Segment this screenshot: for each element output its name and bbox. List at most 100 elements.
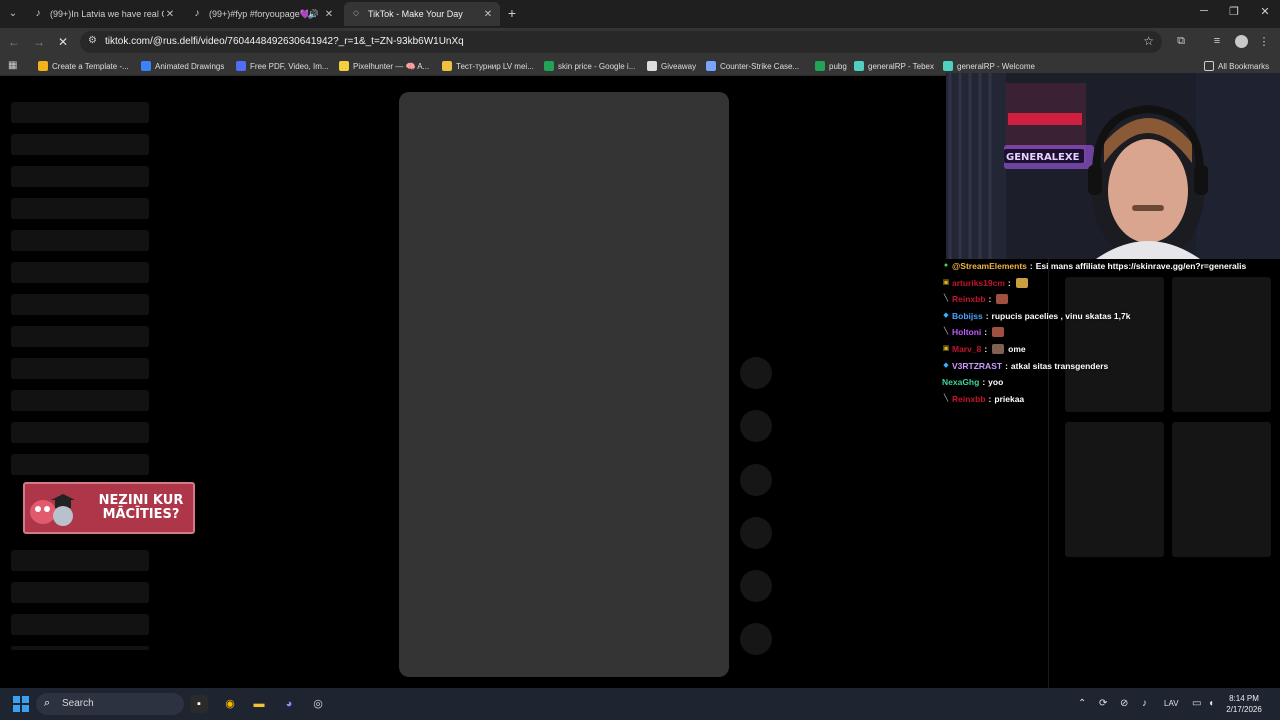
file-explorer-icon[interactable]: ▬ bbox=[250, 695, 268, 713]
taskbar-search[interactable]: ⌕ Search bbox=[36, 693, 184, 715]
microphone-icon[interactable]: ♪ bbox=[1142, 698, 1147, 709]
chat-emote-icon bbox=[992, 327, 1005, 338]
chat-username[interactable]: V3RTZRAST bbox=[952, 361, 1002, 371]
chat-username[interactable]: Reinxbb bbox=[952, 394, 986, 404]
close-tab-icon[interactable]: ✕ bbox=[482, 9, 494, 20]
bookmark-item[interactable]: Pixelhunter — 🧠 A... bbox=[339, 61, 429, 71]
obs-icon[interactable]: ◎ bbox=[309, 695, 327, 713]
profile-avatar[interactable] bbox=[1235, 35, 1248, 48]
chat-message: ▣ Marv_8: ome bbox=[942, 344, 1026, 354]
tab-1[interactable]: ♪ (99+)#fyp #foryoupage💜 🎙 🔊 ✕ bbox=[185, 2, 341, 26]
action-button-placeholder[interactable] bbox=[740, 517, 772, 549]
bookmark-item[interactable]: skin price - Google i... bbox=[544, 61, 635, 71]
sidebar-skeleton-item bbox=[11, 198, 149, 219]
sidebar-skeleton-item bbox=[11, 262, 149, 283]
chat-emote-icon bbox=[996, 294, 1009, 305]
sidebar-skeleton-item bbox=[11, 646, 149, 650]
new-tab-icon[interactable]: + bbox=[504, 5, 520, 21]
bookmark-item[interactable]: Counter-Strike Case... bbox=[706, 61, 799, 71]
folder-icon bbox=[1204, 61, 1214, 71]
tab-2-active[interactable]: ◌ TikTok - Make Your Day ✕ bbox=[344, 2, 500, 26]
extensions-icon[interactable]: ⧉ bbox=[1174, 35, 1188, 48]
bookmark-item[interactable]: Giveaway bbox=[647, 61, 696, 71]
chat-badge-icon: ╲ bbox=[943, 295, 949, 303]
ad-banner[interactable]: NEZINI KUR MĀCĪTIES? bbox=[23, 482, 195, 534]
forward-icon[interactable]: → bbox=[31, 34, 47, 50]
close-tab-icon[interactable]: ✕ bbox=[164, 9, 176, 20]
address-bar[interactable]: ⚙ tiktok.com/@rus.delfi/video/7604448492… bbox=[80, 31, 1162, 53]
chat-badge-icon: ◆ bbox=[943, 361, 949, 369]
thumbnail-placeholder[interactable] bbox=[1065, 277, 1164, 412]
sheets-icon bbox=[815, 61, 825, 71]
minimize-icon[interactable]: ─ bbox=[1195, 5, 1213, 17]
task-view-icon[interactable]: ▪ bbox=[190, 695, 208, 713]
media-controls-icon[interactable]: ≡ bbox=[1210, 35, 1224, 47]
tab-search-icon[interactable]: ⌄ bbox=[4, 5, 22, 23]
all-bookmarks-button[interactable]: All Bookmarks bbox=[1204, 61, 1269, 71]
restore-icon[interactable]: ❐ bbox=[1225, 5, 1243, 18]
chat-username[interactable]: arturiks19cm bbox=[952, 278, 1005, 288]
chat-username[interactable]: Holtoni bbox=[952, 327, 981, 337]
chat-message: ╲ Reinxbb: priekaa bbox=[942, 394, 1024, 404]
chat-badge-icon: ◆ bbox=[943, 311, 949, 319]
network-status-icon[interactable]: ⟳ bbox=[1099, 698, 1107, 709]
chat-badge-icon: ● bbox=[943, 262, 949, 269]
chrome-icon[interactable]: ◉ bbox=[221, 695, 239, 713]
site-info-icon[interactable]: ⚙ bbox=[88, 35, 97, 46]
video-placeholder[interactable] bbox=[399, 92, 729, 677]
stop-loading-icon[interactable]: ✕ bbox=[55, 34, 71, 50]
thumbnail-placeholder[interactable] bbox=[1065, 422, 1164, 557]
wifi-off-icon[interactable]: ⊘ bbox=[1120, 698, 1128, 709]
action-button-placeholder[interactable] bbox=[740, 464, 772, 496]
bookmark-item[interactable]: generalRP - Tebex bbox=[854, 61, 934, 71]
back-icon[interactable]: ← bbox=[6, 34, 22, 50]
bookmark-item[interactable]: Create a Template -... bbox=[38, 61, 129, 71]
windows-start-icon[interactable] bbox=[13, 696, 29, 712]
system-clock[interactable]: 8:14 PM 2/17/2026 bbox=[1222, 693, 1266, 715]
action-button-placeholder[interactable] bbox=[740, 410, 772, 442]
display-icon[interactable]: ▭ bbox=[1192, 698, 1201, 709]
close-window-icon[interactable]: ✕ bbox=[1256, 5, 1274, 18]
action-button-placeholder[interactable] bbox=[740, 623, 772, 655]
thumbnail-placeholder[interactable] bbox=[1172, 422, 1271, 557]
language-indicator[interactable]: LAV bbox=[1164, 699, 1179, 708]
bookmark-item[interactable]: pubg bbox=[815, 61, 847, 71]
chat-username[interactable]: Reinxbb bbox=[952, 294, 986, 304]
close-tab-icon[interactable]: ✕ bbox=[323, 9, 335, 20]
bookmark-label: generalRP - Welcome bbox=[957, 61, 1035, 71]
chat-username[interactable]: Marv_8 bbox=[952, 344, 981, 354]
chat-message: ╲ Holtoni: bbox=[942, 327, 1005, 338]
meta-icon bbox=[141, 61, 151, 71]
sheets-icon bbox=[544, 61, 554, 71]
chat-badge-icon: ▣ bbox=[942, 345, 950, 352]
show-hidden-icons-icon[interactable]: ⌃ bbox=[1078, 698, 1086, 709]
bookmark-label: Giveaway bbox=[661, 61, 697, 71]
chat-separator: : bbox=[984, 327, 988, 338]
tab-title: TikTok - Make Your Day bbox=[368, 9, 463, 19]
chat-username[interactable]: @StreamElements bbox=[952, 261, 1027, 271]
apps-grid-icon[interactable]: ▦ bbox=[8, 60, 17, 71]
action-button-placeholder[interactable] bbox=[740, 357, 772, 389]
volume-icon[interactable]: ◖ bbox=[1208, 698, 1214, 709]
thumbnail-placeholder[interactable] bbox=[1172, 277, 1271, 412]
all-bookmarks-label: All Bookmarks bbox=[1218, 61, 1270, 71]
bookmark-item[interactable]: Тест-турнир LV mei... bbox=[442, 61, 534, 71]
sidebar-skeleton-item bbox=[11, 294, 149, 315]
chat-message: ▣ arturiks19cm: bbox=[942, 277, 1028, 288]
speaker-icon[interactable]: 🔊 bbox=[308, 9, 319, 20]
chat-username[interactable]: Bobijss bbox=[952, 311, 983, 321]
tab-0[interactable]: ♪ (99+)In Latvia we have real CAT ✕ bbox=[26, 2, 182, 26]
discord-icon bbox=[647, 61, 657, 71]
bookmark-star-icon[interactable]: ☆ bbox=[1143, 34, 1154, 48]
bookmark-item[interactable]: Animated Drawings bbox=[141, 61, 224, 71]
action-button-placeholder[interactable] bbox=[740, 570, 772, 602]
menu-icon[interactable]: ⋮ bbox=[1257, 35, 1271, 48]
mascot-icon bbox=[30, 494, 75, 526]
chat-username[interactable]: NexaGhg bbox=[942, 377, 979, 387]
chat-message: ╲ Reinxbb: bbox=[942, 294, 1009, 305]
chat-separator: : bbox=[984, 344, 988, 354]
crown-icon bbox=[442, 61, 452, 71]
discord-icon[interactable]: ◕ bbox=[280, 695, 298, 713]
bookmark-item[interactable]: generalRP - Welcome bbox=[943, 61, 1035, 71]
bookmark-item[interactable]: Free PDF, Video, Im... bbox=[236, 61, 329, 71]
